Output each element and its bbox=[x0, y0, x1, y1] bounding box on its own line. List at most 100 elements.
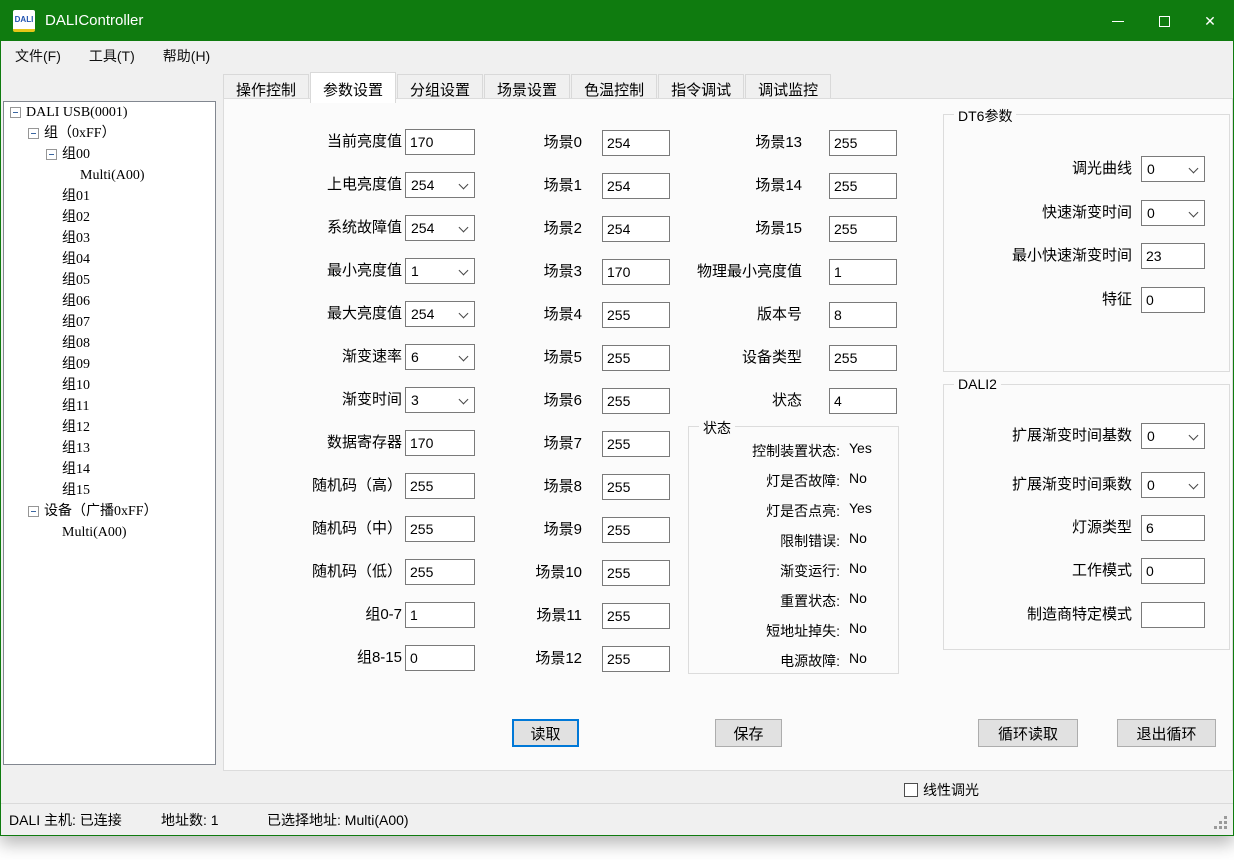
minimize-button[interactable] bbox=[1095, 1, 1141, 41]
tree-item-label: 组11 bbox=[62, 396, 89, 417]
status-host: DALI 主机: 已连接 bbox=[9, 810, 122, 830]
tree-item-label: DALI USB(0001) bbox=[26, 102, 128, 123]
save-button[interactable]: 保存 bbox=[715, 719, 782, 747]
linear-dimming-checkbox[interactable]: 线性调光 bbox=[904, 780, 979, 800]
exit-loop-button[interactable]: 退出循环 bbox=[1117, 719, 1216, 747]
menu-item-0[interactable]: 文件(F) bbox=[1, 41, 75, 71]
group-input[interactable] bbox=[1141, 602, 1205, 628]
tree-item-label: 组15 bbox=[62, 480, 90, 501]
group-combobox[interactable]: 0 bbox=[1141, 200, 1205, 226]
param-label: 数据寄存器 bbox=[244, 430, 402, 456]
group-input[interactable] bbox=[1141, 515, 1205, 541]
param-input[interactable] bbox=[829, 173, 897, 199]
param-input[interactable] bbox=[829, 388, 897, 414]
param-label: 最小亮度值 bbox=[244, 258, 402, 284]
loop-read-button[interactable]: 循环读取 bbox=[978, 719, 1078, 747]
tree-expander-icon[interactable] bbox=[28, 128, 39, 139]
tree-item-label: 组04 bbox=[62, 249, 90, 270]
combobox-value: 3 bbox=[411, 388, 419, 412]
group-combobox[interactable]: 0 bbox=[1141, 423, 1205, 449]
tree-item[interactable]: 组13 bbox=[4, 438, 215, 459]
group-row-label: 扩展渐变时间乘数 bbox=[952, 472, 1132, 498]
param-label: 场景5 bbox=[464, 345, 582, 371]
menu-item-1[interactable]: 工具(T) bbox=[75, 41, 149, 71]
checkbox-box-icon bbox=[904, 783, 918, 797]
tab-1[interactable]: 参数设置 bbox=[310, 72, 396, 103]
tree-item-label: 组（0xFF） bbox=[44, 123, 116, 144]
tree-expander-icon[interactable] bbox=[10, 107, 21, 118]
tree-item[interactable]: Multi(A00) bbox=[4, 165, 215, 186]
close-button[interactable]: ✕ bbox=[1187, 1, 1233, 41]
param-input[interactable] bbox=[602, 646, 670, 672]
menu-item-2[interactable]: 帮助(H) bbox=[149, 41, 224, 71]
param-label: 版本号 bbox=[614, 302, 802, 328]
tree-item-label: 组06 bbox=[62, 291, 90, 312]
status-row-label: 渐变运行: bbox=[780, 561, 840, 581]
resize-grip-icon[interactable] bbox=[1213, 815, 1227, 829]
group-combobox[interactable]: 0 bbox=[1141, 156, 1205, 182]
dali2-group-title: DALI2 bbox=[954, 376, 1001, 392]
param-input[interactable] bbox=[829, 345, 897, 371]
tree-item[interactable]: 组02 bbox=[4, 207, 215, 228]
tree-item[interactable]: 组09 bbox=[4, 354, 215, 375]
combobox-value: 254 bbox=[411, 216, 434, 240]
param-input[interactable] bbox=[602, 603, 670, 629]
tree-item[interactable]: 组10 bbox=[4, 375, 215, 396]
param-label: 设备类型 bbox=[614, 345, 802, 371]
combobox-value: 254 bbox=[411, 302, 434, 326]
status-groupbox: 状态 控制装置状态:Yes灯是否故障:No灯是否点亮:Yes限制错误:No渐变运… bbox=[688, 426, 899, 674]
tree-item-label: Multi(A00) bbox=[62, 522, 127, 543]
group-row-label: 制造商特定模式 bbox=[952, 602, 1132, 628]
tree-item[interactable]: DALI USB(0001) bbox=[4, 102, 215, 123]
param-input[interactable] bbox=[602, 474, 670, 500]
tree-item[interactable]: 组08 bbox=[4, 333, 215, 354]
param-input[interactable] bbox=[829, 216, 897, 242]
app-icon: DALI bbox=[13, 10, 35, 32]
param-label: 渐变时间 bbox=[244, 387, 402, 413]
group-row-label: 灯源类型 bbox=[952, 515, 1132, 541]
param-label: 状态 bbox=[614, 388, 802, 414]
group-combobox[interactable]: 0 bbox=[1141, 472, 1205, 498]
group-input[interactable] bbox=[1141, 558, 1205, 584]
tree-item[interactable]: 组05 bbox=[4, 270, 215, 291]
tree-item[interactable]: 组14 bbox=[4, 459, 215, 480]
param-label: 场景14 bbox=[614, 173, 802, 199]
group-input[interactable] bbox=[1141, 287, 1205, 313]
tree-item[interactable]: 组（0xFF） bbox=[4, 123, 215, 144]
param-label: 场景6 bbox=[464, 388, 582, 414]
maximize-button[interactable] bbox=[1141, 1, 1187, 41]
tree-item[interactable]: 组06 bbox=[4, 291, 215, 312]
param-input[interactable] bbox=[602, 517, 670, 543]
tree-item-label: Multi(A00) bbox=[80, 165, 145, 186]
param-input[interactable] bbox=[829, 302, 897, 328]
tree-item[interactable]: 组07 bbox=[4, 312, 215, 333]
param-input[interactable] bbox=[602, 431, 670, 457]
dali2-groupbox: DALI2 扩展渐变时间基数0扩展渐变时间乘数0灯源类型工作模式制造商特定模式 bbox=[943, 384, 1230, 650]
combobox-value: 1 bbox=[411, 259, 419, 283]
tree-item[interactable]: Multi(A00) bbox=[4, 522, 215, 543]
chevron-down-icon bbox=[1189, 431, 1199, 441]
param-input[interactable] bbox=[829, 259, 897, 285]
param-label: 场景10 bbox=[464, 560, 582, 586]
tree-item[interactable]: 组01 bbox=[4, 186, 215, 207]
tree-item[interactable]: 设备（广播0xFF） bbox=[4, 501, 215, 522]
status-row-label: 控制装置状态: bbox=[752, 441, 840, 461]
tree-expander-icon[interactable] bbox=[46, 149, 57, 160]
param-label: 当前亮度值 bbox=[244, 129, 402, 155]
dt6-groupbox: DT6参数 调光曲线0快速渐变时间0最小快速渐变时间特征 bbox=[943, 114, 1230, 372]
param-label: 场景2 bbox=[464, 216, 582, 242]
tree-expander-icon[interactable] bbox=[28, 506, 39, 517]
tree-item[interactable]: 组12 bbox=[4, 417, 215, 438]
tree-item[interactable]: 组11 bbox=[4, 396, 215, 417]
tree-item[interactable]: 组04 bbox=[4, 249, 215, 270]
tree-item[interactable]: 组03 bbox=[4, 228, 215, 249]
tree-item[interactable]: 组00 bbox=[4, 144, 215, 165]
group-input[interactable] bbox=[1141, 243, 1205, 269]
param-label: 系统故障值 bbox=[244, 215, 402, 241]
param-input[interactable] bbox=[829, 130, 897, 156]
tree-item[interactable]: 组15 bbox=[4, 480, 215, 501]
param-input[interactable] bbox=[602, 560, 670, 586]
param-label: 随机码（低） bbox=[244, 559, 402, 585]
read-button[interactable]: 读取 bbox=[512, 719, 579, 747]
param-label: 上电亮度值 bbox=[244, 172, 402, 198]
